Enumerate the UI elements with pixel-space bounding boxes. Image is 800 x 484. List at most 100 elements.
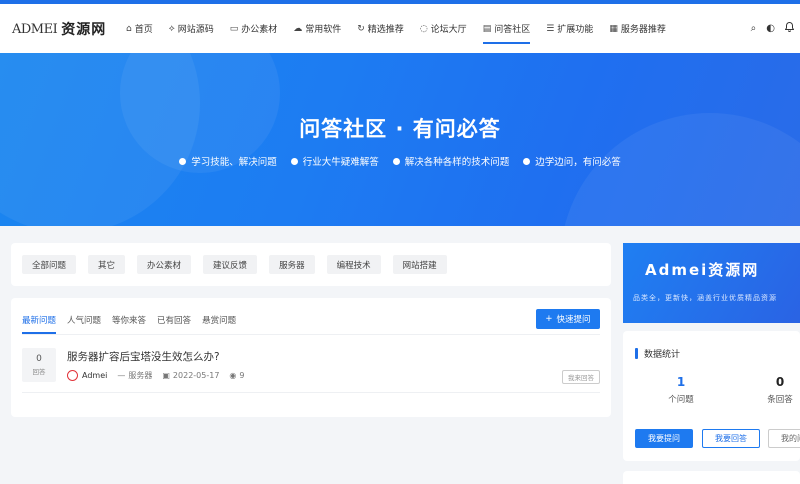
stat-value: 0 — [775, 375, 785, 389]
avatar — [67, 370, 78, 381]
answer-count: 0 — [36, 354, 42, 364]
nav-item-servers[interactable]: ▦ 服务器推荐 — [609, 4, 666, 53]
nav-label: 办公素材 — [241, 25, 278, 35]
nav-item-forum[interactable]: ◌ 论坛大厅 — [420, 4, 467, 53]
question-item: 0 回答 服务器扩容后宝塔没生效怎么办? Admei — 服务器 ▣ 2022-… — [22, 348, 600, 394]
my-questions-button[interactable]: 我的问 — [768, 429, 800, 448]
author-name: Admei — [82, 371, 108, 380]
category-other[interactable]: 其它 — [88, 255, 126, 274]
views-count: 9 — [239, 371, 245, 380]
tab-unanswered[interactable]: 等你来答 — [112, 314, 146, 334]
bullet-icon — [523, 157, 531, 165]
quick-ask-button[interactable]: + 快速提问 — [536, 309, 600, 329]
sidebar-next-card — [623, 471, 800, 484]
category-filter-bar: 全部问题 其它 办公素材 建议反馈 服务器 编程技术 网站搭建 — [11, 243, 611, 286]
stat-questions: 1 个问题 — [641, 375, 721, 405]
cloud-icon: ☁ — [293, 23, 303, 34]
question-tabs: 最新问题 人气问题 等你来答 已有回答 悬赏问题 — [22, 314, 236, 334]
nav-item-software[interactable]: ☁ 常用软件 — [293, 4, 341, 53]
nav-item-home[interactable]: ⌂ 首页 — [126, 4, 153, 53]
question-author[interactable]: Admei — [67, 370, 107, 381]
refresh-icon: ↻ — [357, 23, 365, 34]
title-accent-bar — [635, 348, 638, 359]
row-divider — [22, 392, 600, 393]
main-nav: ⌂ 首页 ⟡ 网站源码 ▭ 办公素材 ☁ 常用软件 ↻ 精选推荐 ◌ 论坛大厅 ▤ 问答社区 … — [126, 4, 682, 53]
category-website[interactable]: 网站搭建 — [392, 255, 447, 274]
category-icon: — — [117, 371, 126, 380]
category-name: 服务器 — [128, 371, 153, 380]
folder-icon: ▭ — [229, 23, 239, 34]
nav-item-featured[interactable]: ↻ 精选推荐 — [357, 4, 404, 53]
notification-icon[interactable] — [784, 21, 795, 35]
category-server[interactable]: 服务器 — [269, 255, 315, 274]
ask-question-button[interactable]: 我要提问 — [635, 429, 693, 448]
bullet-icon — [392, 157, 400, 165]
nav-item-extensions[interactable]: ☰ 扩展功能 — [546, 4, 593, 53]
windows-icon: ▦ — [609, 23, 618, 34]
tab-bounty[interactable]: 悬赏问题 — [202, 314, 236, 334]
stats-title-text: 数据统计 — [644, 350, 681, 360]
nav-label: 扩展功能 — [557, 25, 594, 35]
plus-icon: + — [545, 314, 553, 324]
hero-banner: 问答社区 · 有问必答 学习技能、解决问题 行业大牛疑难解答 解决各种各样的技术… — [0, 53, 800, 226]
nav-label: 问答社区 — [494, 25, 531, 35]
tab-latest[interactable]: 最新问题 — [22, 314, 57, 334]
hero-points: 学习技能、解决问题 行业大牛疑难解答 解决各种各样的技术问题 边学边问，有问必答 — [0, 154, 800, 168]
hero-point: 解决各种各样的技术问题 — [392, 154, 509, 168]
nav-label: 常用软件 — [305, 25, 342, 35]
logo-text-en: ADMEI — [12, 21, 58, 37]
hero-point: 学习技能、解决问题 — [179, 154, 277, 168]
question-date: ▣ 2022-05-17 — [162, 371, 219, 380]
theme-toggle-icon[interactable]: ◐ — [766, 23, 775, 34]
question-meta: Admei — 服务器 ▣ 2022-05-17 ◉ 9 — [67, 370, 245, 381]
stat-answers: 0 条回答 — [740, 375, 800, 405]
tab-answered[interactable]: 已有回答 — [157, 314, 191, 334]
book-icon: ▤ — [482, 23, 492, 34]
nav-item-qa[interactable]: ▤ 问答社区 — [482, 4, 531, 53]
banner-subtitle: 品类全，更新快，涵盖行业优质精品资源 — [633, 294, 777, 302]
logo-text-cn: 资源网 — [61, 22, 107, 38]
stat-value: 1 — [676, 375, 686, 389]
eye-icon: ◉ — [229, 371, 237, 380]
nav-label: 精选推荐 — [367, 25, 404, 35]
site-logo[interactable]: ADMEI 资源网 — [12, 18, 106, 40]
answer-button[interactable]: 我来回答 — [562, 370, 600, 384]
quick-ask-label: 快速提问 — [556, 315, 591, 325]
question-category[interactable]: — 服务器 — [117, 370, 152, 381]
site-header: ADMEI 资源网 ⌂ 首页 ⟡ 网站源码 ▭ 办公素材 ☁ 常用软件 ↻ 精选推荐 ◌ 论… — [0, 4, 800, 53]
nav-item-source-code[interactable]: ⟡ 网站源码 — [169, 4, 214, 53]
category-all[interactable]: 全部问题 — [22, 255, 77, 274]
nav-item-office[interactable]: ▭ 办公素材 — [230, 4, 278, 53]
bullet-icon — [290, 157, 298, 165]
answer-count-box: 0 回答 — [22, 348, 56, 382]
code-icon: ⟡ — [168, 23, 175, 34]
stat-label: 条回答 — [767, 395, 793, 405]
home-icon: ⌂ — [126, 23, 132, 34]
stat-label: 个问题 — [668, 395, 694, 405]
category-programming[interactable]: 编程技术 — [326, 255, 381, 274]
stats-panel: 数据统计 1 个问题 0 条回答 我要提问 我要回答 我的问 — [623, 331, 800, 461]
tab-popular[interactable]: 人气问题 — [67, 314, 101, 334]
nav-label: 论坛大厅 — [430, 25, 467, 35]
forum-icon: ◌ — [419, 23, 428, 34]
question-title[interactable]: 服务器扩容后宝塔没生效怎么办? — [67, 349, 220, 364]
header-tools: ⌕ ◐ — [751, 4, 795, 53]
tab-divider — [22, 334, 600, 335]
sidebar-banner[interactable]: Admei资源网 品类全，更新快，涵盖行业优质精品资源 — [623, 243, 800, 323]
answer-count-label: 回答 — [32, 368, 46, 376]
grid-icon: ☰ — [546, 23, 555, 34]
answer-question-button[interactable]: 我要回答 — [702, 429, 760, 448]
category-office[interactable]: 办公素材 — [137, 255, 192, 274]
hero-point: 行业大牛疑难解答 — [290, 154, 379, 168]
nav-label: 首页 — [134, 25, 153, 35]
stats-title: 数据统计 — [635, 347, 680, 360]
date-text: 2022-05-17 — [172, 371, 220, 380]
questions-panel: 最新问题 人气问题 等你来答 已有回答 悬赏问题 + 快速提问 0 回答 服务器… — [11, 298, 611, 417]
hero-point: 边学边问，有问必答 — [523, 154, 621, 168]
search-icon[interactable]: ⌕ — [751, 23, 757, 34]
banner-title: Admei资源网 — [645, 261, 760, 279]
nav-label: 网站源码 — [177, 25, 214, 35]
question-views: ◉ 9 — [229, 371, 244, 380]
calendar-icon: ▣ — [162, 371, 170, 380]
category-feedback[interactable]: 建议反馈 — [203, 255, 258, 274]
